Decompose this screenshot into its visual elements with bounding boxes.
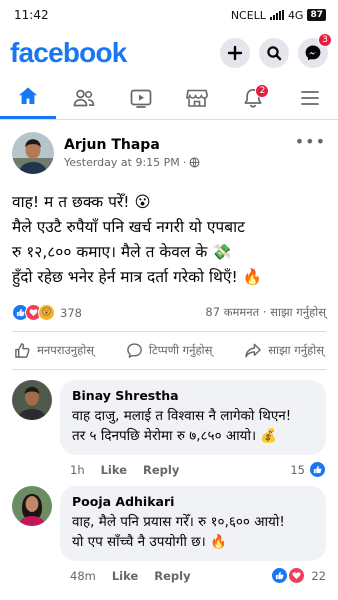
plus-icon	[227, 45, 243, 61]
comment-reactions[interactable]: 22	[271, 567, 326, 584]
comment-line: यो एप साँच्चै नै उपयोगी छ। 🔥	[72, 534, 227, 550]
commenter-name[interactable]: Binay Shrestha	[72, 388, 314, 403]
avatar[interactable]	[12, 380, 52, 420]
tab-friends[interactable]	[56, 76, 112, 119]
status-indicators: NCELL 4G 87	[231, 9, 326, 22]
comment-button[interactable]: टिप्पणी गर्नुहोस्	[126, 342, 213, 359]
signal-icon	[269, 10, 284, 20]
comment-reply-button[interactable]: Reply	[143, 463, 179, 477]
post-line: हुँदो रहेछ भनेर हेर्न मात्र दर्ता गरेको …	[12, 268, 262, 286]
post-timestamp[interactable]: Yesterday at 9:15 PM	[64, 156, 180, 169]
share-icon	[245, 343, 261, 358]
commenter-photo	[12, 486, 52, 526]
notifications-badge: 2	[255, 84, 270, 98]
author-photo	[12, 132, 54, 174]
facebook-logo[interactable]: facebook	[10, 37, 127, 69]
reaction-count: 15	[290, 462, 305, 477]
comment-actions: 48m Like Reply 22	[60, 561, 326, 584]
post-line: वाह! म त छक्क परेँ! 😮	[12, 193, 151, 211]
friends-icon	[74, 89, 95, 106]
meta-separator: ·	[182, 156, 187, 169]
tab-marketplace[interactable]	[169, 76, 225, 119]
share-button[interactable]: साझा गर्नुहोस्	[244, 342, 324, 359]
comment-like-button[interactable]: Like	[101, 463, 127, 477]
like-button[interactable]: मनपराउनुहोस्	[14, 342, 94, 359]
battery-icon: 87	[307, 9, 326, 21]
post-text: वाह! म त छक्क परेँ! 😮 मैले एउटै रुपैयाँ …	[12, 190, 326, 290]
create-button[interactable]	[220, 38, 250, 68]
commenter-photo	[12, 380, 52, 420]
comment-item: Binay Shrestha वाह दाजु, मलाई त विश्वास …	[12, 380, 326, 478]
like-icon	[15, 343, 30, 358]
carrier-label: NCELL	[230, 8, 266, 22]
comment-bubble: Binay Shrestha वाह दाजु, मलाई त विश्वास …	[60, 380, 326, 455]
status-time: 11:42	[14, 8, 49, 22]
messenger-button[interactable]: 3	[298, 33, 332, 68]
comment-text: वाह, मैले पनि प्रयास गरेँ। रु १०,६०० आयो…	[72, 512, 314, 552]
comment-line: वाह दाजु, मलाई त विश्वास नै लागेको थिएन!	[72, 408, 292, 424]
messenger-badge: 3	[318, 33, 332, 47]
post-line: रु १२,८०० कमाए। मैले त केवल के 💸	[12, 243, 232, 261]
post-actions: मनपराउनुहोस् टिप्पणी गर्नुहोस् साझा गर्न…	[12, 331, 326, 369]
marketplace-icon	[186, 89, 209, 107]
comment-line: वाह, मैले पनि प्रयास गरेँ। रु १०,६०० आयो…	[72, 514, 285, 530]
comments-section: Binay Shrestha वाह दाजु, मलाई त विश्वास …	[0, 370, 338, 584]
like-reaction-icon	[271, 567, 289, 584]
post-meta: Yesterday at 9:15 PM ·	[64, 156, 200, 169]
avatar[interactable]	[12, 486, 52, 526]
messenger-icon	[305, 45, 321, 61]
main-nav: 2	[0, 76, 338, 120]
reaction-count: 378	[60, 305, 82, 320]
commenter-name[interactable]: Pooja Adhikari	[72, 494, 314, 509]
tab-menu[interactable]	[282, 76, 338, 119]
search-icon	[267, 46, 282, 61]
more-options-icon[interactable]: •••	[295, 132, 326, 151]
comment-like-button[interactable]: Like	[112, 569, 138, 583]
feed-post: Arjun Thapa Yesterday at 9:15 PM · ••• व…	[0, 120, 338, 369]
comment-text: वाह दाजु, मलाई त विश्वास नै लागेको थिएन!…	[72, 406, 314, 446]
comment-label: टिप्पणी गर्नुहोस्	[148, 343, 213, 357]
video-icon	[130, 89, 152, 108]
comment-bubble: Pooja Adhikari वाह, मैले पनि प्रयास गरेँ…	[60, 486, 326, 561]
post-author[interactable]: Arjun Thapa	[64, 137, 200, 153]
home-icon	[19, 87, 38, 104]
status-bar: 11:42 NCELL 4G 87	[0, 0, 338, 30]
menu-icon	[300, 90, 319, 105]
post-header: Arjun Thapa Yesterday at 9:15 PM · •••	[12, 132, 326, 174]
like-reaction-icon	[309, 461, 326, 478]
comment-time: 48m	[70, 568, 96, 583]
avatar[interactable]	[12, 132, 54, 174]
comments-shares-count[interactable]: 87 कममनत · साझा गर्नुहोस्	[205, 305, 326, 320]
share-label: साझा गर्नुहोस्	[268, 343, 324, 357]
tab-notifications[interactable]: 2	[225, 76, 281, 119]
post-line: मैले एउटै रुपैयाँ पनि खर्च नगरी यो एपबाट	[12, 218, 245, 236]
comment-icon	[127, 343, 142, 358]
header-actions: 3	[220, 33, 332, 68]
comment-reactions[interactable]: 15	[290, 461, 326, 478]
reactions-summary: 😮 378 87 कममनत · साझा गर्नुहोस्	[12, 304, 326, 321]
comment-time: 1h	[70, 462, 85, 477]
app-header: facebook 3	[0, 30, 338, 76]
reaction-count: 22	[311, 568, 326, 583]
comment-item: Pooja Adhikari वाह, मैले पनि प्रयास गरेँ…	[12, 486, 326, 584]
search-button[interactable]	[259, 38, 289, 68]
network-label: 4G	[287, 8, 304, 22]
comment-actions: 1h Like Reply 15	[60, 455, 326, 478]
tab-home[interactable]	[0, 76, 57, 119]
like-label: मनपराउनुहोस्	[37, 343, 95, 357]
tab-video[interactable]	[113, 76, 169, 119]
comment-line: तर ५ दिनपछि मेरोमा रु ७,८५० आयो। 💰	[72, 428, 278, 444]
love-reaction-icon	[288, 567, 306, 584]
comment-reply-button[interactable]: Reply	[154, 569, 190, 583]
wow-reaction-icon: 😮	[38, 304, 55, 321]
reaction-icons[interactable]: 😮 378	[12, 304, 82, 321]
globe-icon	[189, 157, 200, 168]
